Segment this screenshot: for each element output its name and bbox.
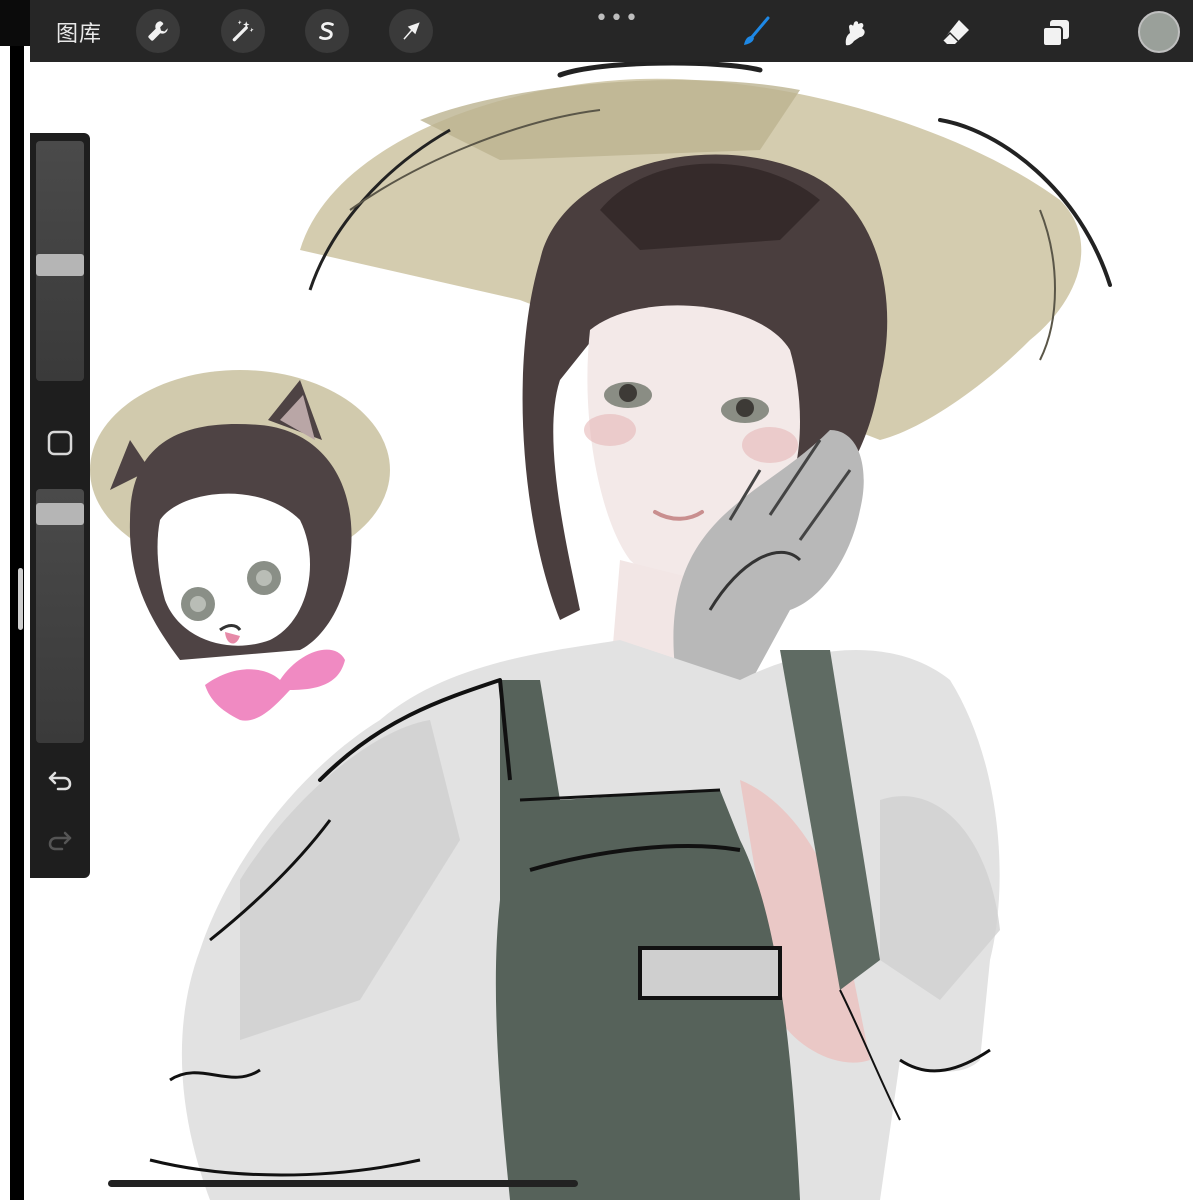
opacity-thumb[interactable] <box>36 502 84 525</box>
redo-icon[interactable] <box>46 825 74 853</box>
color-picker-swatch[interactable] <box>1138 11 1180 53</box>
magic-wand-icon[interactable] <box>221 9 265 53</box>
home-indicator[interactable] <box>108 1180 578 1187</box>
eraser-icon[interactable] <box>936 13 976 53</box>
square-icon[interactable] <box>46 429 74 457</box>
opacity-slider[interactable] <box>36 489 84 743</box>
top-toolbar: 图库 ••• <box>30 0 1193 62</box>
left-sidebar <box>30 133 90 878</box>
smudge-icon[interactable] <box>836 13 876 53</box>
wrench-icon[interactable] <box>136 9 180 53</box>
selection-s-icon[interactable] <box>305 9 349 53</box>
sidebar-drag-handle[interactable] <box>18 568 23 630</box>
artwork-illustration <box>90 62 1112 1200</box>
brush-size-thumb[interactable] <box>36 254 84 277</box>
gallery-button[interactable]: 图库 <box>56 16 102 48</box>
device-bezel-left <box>0 0 30 1200</box>
more-menu-dots[interactable]: ••• <box>595 6 640 31</box>
arrow-cursor-icon[interactable] <box>389 9 433 53</box>
brush-icon[interactable] <box>736 13 776 53</box>
undo-icon[interactable] <box>46 765 74 793</box>
drawing-canvas[interactable] <box>30 62 1193 1200</box>
bezel-top <box>0 0 30 46</box>
layers-icon[interactable] <box>1036 13 1076 53</box>
